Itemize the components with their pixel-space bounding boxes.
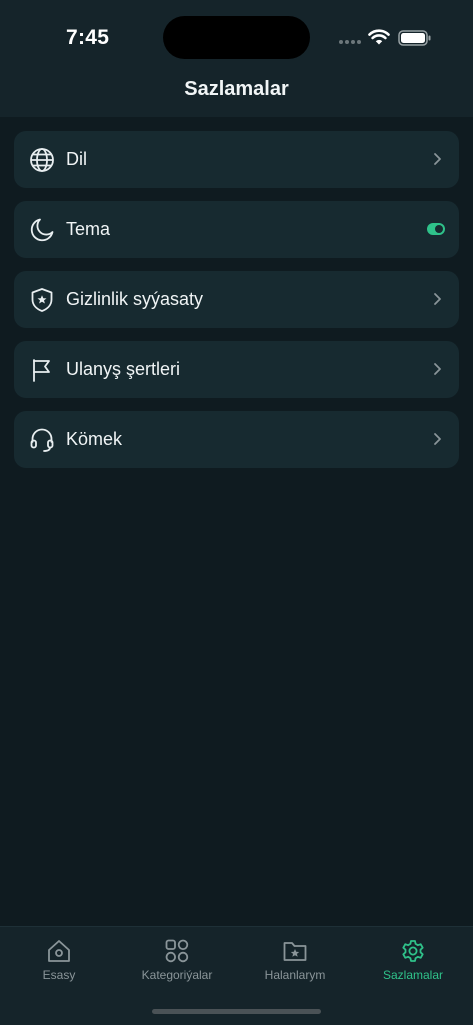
- chevron-right-icon: [432, 152, 442, 166]
- battery-icon: [398, 30, 432, 51]
- tab-categories[interactable]: Kategoriýalar: [118, 937, 236, 982]
- tab-label: Halanlarym: [264, 968, 326, 982]
- settings-item-label: Kömek: [66, 429, 123, 449]
- settings-item-help[interactable]: Kömek: [14, 411, 459, 468]
- tab-label: Sazlamalar: [382, 968, 444, 982]
- shield-star-icon: [29, 287, 55, 313]
- tab-settings[interactable]: Sazlamalar: [354, 937, 472, 982]
- cellular-signal-icon: [339, 40, 361, 44]
- settings-item-label: Dil: [66, 149, 87, 169]
- chevron-right-icon: [432, 362, 442, 376]
- flag-icon: [29, 357, 55, 383]
- dynamic-island: [163, 16, 310, 59]
- top-header: 7:45 Sazlamalar: [0, 0, 473, 117]
- settings-item-label: Tema: [66, 219, 111, 239]
- grid-icon: [118, 937, 236, 965]
- tab-favorites[interactable]: Halanlarym: [236, 937, 354, 982]
- tab-home[interactable]: Esasy: [0, 937, 118, 982]
- headset-icon: [29, 427, 55, 453]
- tab-label: Esasy: [42, 968, 76, 982]
- settings-item-language[interactable]: Dil: [14, 131, 459, 188]
- wifi-icon: [368, 28, 390, 51]
- status-time: 7:45: [66, 26, 110, 49]
- chevron-right-icon: [432, 292, 442, 306]
- moon-icon: [29, 217, 55, 243]
- globe-icon: [29, 147, 55, 173]
- home-icon: [0, 937, 118, 965]
- settings-item-theme[interactable]: Tema: [14, 201, 459, 258]
- gear-icon: [354, 937, 472, 965]
- theme-toggle[interactable]: [427, 223, 445, 235]
- settings-item-privacy-policy[interactable]: Gizlinlik syýasaty: [14, 271, 459, 328]
- tab-label: Kategoriýalar: [141, 968, 213, 982]
- chevron-right-icon: [432, 432, 442, 446]
- folder-star-icon: [236, 937, 354, 965]
- settings-list: Dil Tema Gizlinlik syýasaty Ulanyş şertl…: [14, 131, 459, 481]
- settings-item-terms-of-use[interactable]: Ulanyş şertleri: [14, 341, 459, 398]
- settings-item-label: Ulanyş şertleri: [66, 359, 181, 379]
- page-title: Sazlamalar: [184, 78, 289, 100]
- home-indicator[interactable]: [152, 1009, 321, 1014]
- settings-item-label: Gizlinlik syýasaty: [66, 289, 204, 309]
